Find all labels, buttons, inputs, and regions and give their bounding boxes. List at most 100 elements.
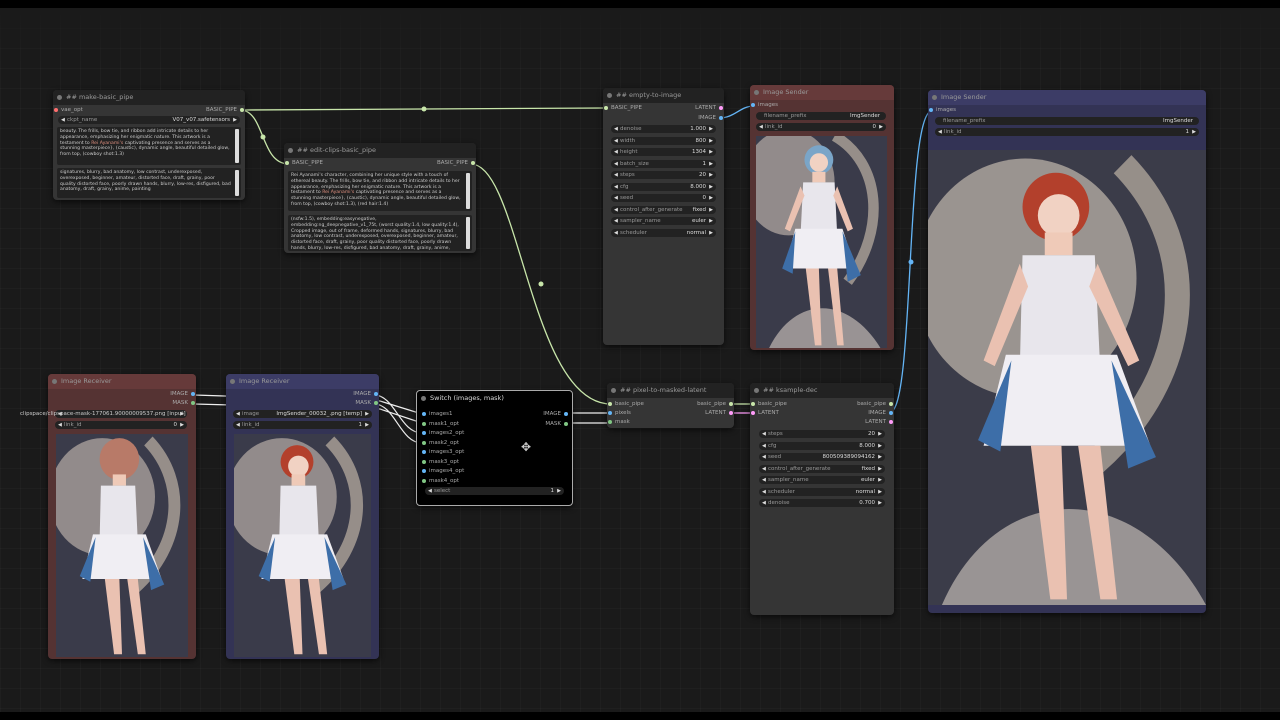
arrow-left-icon: ◀ — [236, 411, 240, 417]
slot-mask-out[interactable]: MASK — [172, 399, 196, 407]
link-id-widget[interactable]: ◀ link_id 0 ▶ — [55, 421, 187, 429]
slot-latent-out[interactable]: LATENT — [705, 409, 734, 417]
preview-image-blue-hair — [756, 136, 887, 348]
negative-prompt-textarea[interactable]: (nsfw:1.5), embedding:easynegative, embe… — [288, 215, 472, 251]
slot-basic-pipe-out[interactable]: basic_pipe — [697, 400, 734, 408]
scrollbar[interactable] — [466, 173, 470, 209]
slot-images-in[interactable]: images — [928, 106, 956, 114]
node-image-sender-2[interactable]: Image Sender images filename_prefix ImgSe… — [928, 90, 1206, 613]
link-id-widget[interactable]: ◀ link_id 0 ▶ — [756, 123, 886, 131]
slot-vae-opt[interactable]: vae_opt — [53, 106, 83, 114]
negative-prompt-textarea[interactable]: signatures, blurry, bad anatomy, low con… — [57, 168, 241, 198]
arrow-left-icon: ◀ — [614, 183, 618, 190]
slot-basic-pipe-in[interactable]: basic_pipe — [607, 400, 644, 408]
slot-images3-opt[interactable]: images3_opt — [421, 448, 464, 456]
slot-mask4-opt[interactable]: mask4_opt — [421, 477, 459, 485]
node-make-basic-pipe[interactable]: ## make-basic_pipe vae_opt BASIC_PIPE ◀ … — [53, 90, 245, 200]
slot-mask1-opt[interactable]: mask1_opt — [421, 420, 459, 428]
slot-latent-out[interactable]: LATENT — [695, 104, 724, 112]
steps-widget[interactable]: ◀ steps 20 ▶ — [759, 430, 885, 438]
node-title: ## edit-clips-basic_pipe — [284, 143, 476, 158]
arrow-right-icon: ▶ — [709, 126, 713, 132]
seed-widget[interactable]: ◀ seed 0 ▶ — [611, 194, 716, 202]
control-after-generate-widget[interactable]: ◀ control_after_generate fixed ▶ — [759, 464, 885, 473]
slot-images-in[interactable]: images — [750, 101, 778, 109]
node-image-receiver-2[interactable]: Image Receiver IMAGE MASK ◀ image ImgSende… — [226, 374, 379, 659]
slot-image-out[interactable]: IMAGE — [170, 390, 196, 398]
slot-images1[interactable]: images1 — [421, 410, 453, 418]
filename-prefix-input[interactable]: filename_prefix ImgSender — [756, 112, 886, 120]
arrow-right-icon: ▶ — [709, 160, 713, 167]
node-ksample-dec[interactable]: ## ksample-dec basic_pipe LATENT basic_p… — [750, 383, 894, 615]
positive-prompt-textarea[interactable]: Rei Ayanami's character, combining her u… — [288, 171, 472, 211]
slot-basic-pipe-in[interactable]: basic_pipe — [750, 400, 787, 408]
preview-image-red-hair — [234, 434, 371, 657]
arrow-right-icon: ▶ — [709, 172, 713, 178]
select-widget[interactable]: ◀ select 1 ▶ — [425, 487, 564, 495]
arrow-left-icon: ◀ — [428, 488, 432, 494]
link-id-widget[interactable]: ◀ link_id 1 ▶ — [233, 421, 372, 429]
slot-mask-in[interactable]: mask — [607, 418, 630, 426]
slot-mask3-opt[interactable]: mask3_opt — [421, 458, 459, 466]
sampler-name-widget[interactable]: ◀ sampler_name euler ▶ — [759, 476, 885, 484]
slot-basic-pipe-out[interactable]: BASIC_PIPE — [206, 106, 245, 114]
arrow-left-icon: ◀ — [762, 442, 766, 449]
cfg-widget[interactable]: ◀ cfg 8.000 ▶ — [759, 441, 885, 450]
slot-mask-out[interactable]: MASK — [545, 420, 569, 428]
slot-image-out[interactable]: IMAGE — [698, 114, 724, 122]
arrow-left-icon: ◀ — [614, 137, 618, 144]
scrollbar[interactable] — [235, 170, 239, 196]
slot-images2-opt[interactable]: images2_opt — [421, 429, 464, 437]
control-after-generate-widget[interactable]: ◀ control_after_generate fixed ▶ — [611, 205, 716, 214]
node-graph-canvas[interactable]: ## make-basic_pipe vae_opt BASIC_PIPE ◀ … — [0, 8, 1280, 712]
slot-pixels-in[interactable]: pixels — [607, 409, 631, 417]
arrow-right-icon: ▶ — [709, 229, 713, 236]
positive-prompt-textarea[interactable]: beauty. The frills, bow tie, and ribbon … — [57, 127, 241, 165]
denoise-widget[interactable]: ◀ denoise 0.700 ▶ — [759, 499, 885, 507]
link-id-widget[interactable]: ◀ link_id 1 ▶ — [935, 128, 1199, 136]
sampler-name-widget[interactable]: ◀ sampler_name euler ▶ — [611, 217, 716, 225]
slot-dot-icon — [54, 108, 58, 112]
node-edit-clips-basic-pipe[interactable]: ## edit-clips-basic_pipe BASIC_PIPE BASI… — [284, 143, 476, 253]
cfg-widget[interactable]: ◀ cfg 8.000 ▶ — [611, 182, 716, 191]
ckpt-name-combo[interactable]: ◀ ckpt_name V07_v07.safetensors ▶ — [58, 116, 240, 124]
batch-size-widget[interactable]: ◀ batch_size 1 ▶ — [611, 159, 716, 168]
node-title: Switch (images, mask) — [417, 391, 572, 406]
node-empty-to-image[interactable]: ## empty-to-image BASIC_PIPE LATENT IMAG… — [603, 88, 724, 345]
slot-basic-pipe-out[interactable]: BASIC_PIPE — [437, 159, 476, 167]
node-switch-images-mask[interactable]: Switch (images, mask) images1 mask1_opt … — [416, 390, 573, 506]
slot-basic-pipe-out[interactable]: basic_pipe — [857, 400, 894, 408]
filename-prefix-input[interactable]: filename_prefix ImgSender — [935, 117, 1199, 125]
slot-image-out[interactable]: IMAGE — [353, 390, 379, 398]
arrow-right-icon: ▶ — [878, 465, 882, 472]
steps-widget[interactable]: ◀ steps 20 ▶ — [611, 171, 716, 179]
arrow-right-icon: ▶ — [233, 117, 237, 123]
arrow-left-icon: ◀ — [58, 422, 62, 428]
denoise-widget[interactable]: ◀ denoise 1.000 ▶ — [611, 125, 716, 133]
slot-latent-out[interactable]: LATENT — [865, 418, 894, 426]
height-widget[interactable]: ◀ height 1304 ▶ — [611, 148, 716, 156]
image-combo[interactable]: ◀ image ImgSender_00032_.png [temp] ▶ — [233, 410, 372, 418]
scrollbar[interactable] — [235, 129, 239, 163]
slot-basic-pipe-in[interactable]: BASIC_PIPE — [603, 104, 642, 112]
slot-basic-pipe-in[interactable]: BASIC_PIPE — [284, 159, 323, 167]
width-widget[interactable]: ◀ width 800 ▶ — [611, 136, 716, 145]
slot-dot-icon — [929, 108, 933, 112]
arrow-left-icon: ◀ — [759, 124, 763, 130]
slot-mask2-opt[interactable]: mask2_opt — [421, 439, 459, 447]
slot-latent-in[interactable]: LATENT — [750, 409, 779, 417]
slot-dot-icon — [751, 411, 755, 415]
scheduler-widget[interactable]: ◀ scheduler normal ▶ — [759, 487, 885, 496]
slot-image-out[interactable]: IMAGE — [868, 409, 894, 417]
node-image-sender-1[interactable]: Image Sender images filename_prefix ImgSe… — [750, 85, 894, 350]
node-pixel-to-masked-latent[interactable]: ## pixel-to-masked-latent basic_pipe pix… — [607, 383, 734, 428]
slot-images4-opt[interactable]: images4_opt — [421, 467, 464, 475]
slot-dot-icon — [374, 392, 378, 396]
scheduler-widget[interactable]: ◀ scheduler normal ▶ — [611, 228, 716, 237]
seed-widget[interactable]: ◀ seed 800509389094162 ▶ — [759, 453, 885, 461]
scrollbar[interactable] — [466, 217, 470, 249]
wire-ksample-image-to-sender-2 — [889, 110, 933, 413]
slot-mask-out[interactable]: MASK — [355, 399, 379, 407]
arrow-left-icon: ◀ — [762, 431, 766, 437]
slot-image-out[interactable]: IMAGE — [543, 410, 569, 418]
